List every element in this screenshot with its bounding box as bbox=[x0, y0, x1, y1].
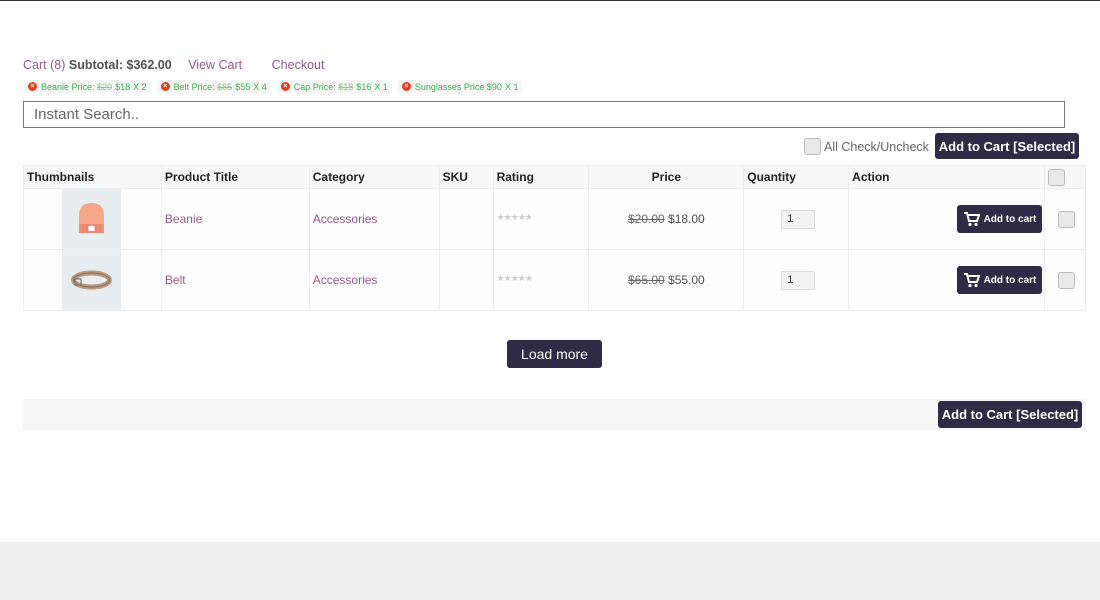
quantity-input[interactable] bbox=[781, 209, 816, 229]
subtotal-label: Subtotal: bbox=[68, 58, 124, 72]
bottom-action-bar bbox=[23, 399, 1086, 430]
add-selected-to-cart-button[interactable]: Add to Cart [Selected] bbox=[935, 133, 1079, 159]
top-border bbox=[0, 0, 1100, 1]
cart-item: × Cap Price: $18 $16 X 1 bbox=[276, 80, 392, 93]
cart-item-qty: X 1 bbox=[374, 81, 388, 92]
old-price: $20.00 bbox=[627, 212, 665, 226]
action-cell: Add to cart bbox=[848, 188, 1045, 250]
remove-icon[interactable]: × bbox=[160, 82, 170, 91]
remove-icon[interactable]: × bbox=[28, 82, 37, 91]
quantity-cell bbox=[743, 188, 850, 250]
header-thumbnails: Thumbnails bbox=[23, 165, 162, 189]
header-select bbox=[1043, 165, 1087, 189]
current-price: $18.00 bbox=[668, 212, 705, 226]
add-to-cart-button[interactable]: Add to cart bbox=[956, 266, 1042, 294]
header-sku: SKU bbox=[438, 165, 494, 189]
belt-thumbnail[interactable] bbox=[62, 250, 121, 310]
cart-item-old-price: $20 bbox=[97, 81, 113, 92]
remove-icon[interactable]: × bbox=[401, 82, 411, 91]
cart-count-link[interactable]: Cart (8) bbox=[23, 58, 65, 72]
header-rating: Rating bbox=[492, 165, 590, 189]
cart-item-qty: X 4 bbox=[253, 81, 267, 92]
cart-item-name: Belt Price: bbox=[173, 81, 215, 92]
header-action: Action bbox=[848, 165, 1045, 189]
cart-item-price: $18 bbox=[115, 81, 131, 92]
header-product-title[interactable]: Product Title bbox=[160, 165, 310, 189]
instant-search-input[interactable] bbox=[23, 101, 1065, 128]
header-price[interactable]: Price bbox=[588, 165, 745, 189]
check-all-checkbox[interactable] bbox=[804, 138, 821, 155]
remove-icon[interactable]: × bbox=[280, 82, 290, 91]
old-price: $65.00 bbox=[627, 273, 665, 287]
cart-item-qty: X 2 bbox=[133, 81, 147, 92]
rating-stars: ★★★★★ bbox=[496, 273, 533, 283]
cart-item-old-price: $18 bbox=[338, 81, 354, 92]
cart-item: × Beanie Price: $20 $18 X 2 bbox=[24, 80, 151, 93]
table-row: Beanie Accessories ★★★★★ $20.00 $18.00 A… bbox=[23, 188, 1087, 250]
header-quantity: Quantity bbox=[743, 165, 850, 189]
thumbnail-cell bbox=[23, 188, 162, 250]
beanie-image bbox=[79, 203, 104, 233]
cart-item-name: Beanie Price: bbox=[41, 81, 95, 92]
price-cell: $20.00 $18.00 bbox=[588, 188, 745, 250]
mini-cart-bar: Cart (8) Subtotal: $362.00 View Cart Che… bbox=[23, 58, 324, 72]
table-header-row: Thumbnails Product Title Category SKU Ra… bbox=[23, 165, 1087, 189]
select-cell bbox=[1043, 249, 1087, 311]
thumbnail-cell bbox=[23, 249, 162, 311]
rating-stars: ★★★★★ bbox=[496, 212, 533, 222]
cart-items-list: × Beanie Price: $20 $18 X 2 × Belt Price: … bbox=[24, 80, 523, 93]
cart-icon bbox=[963, 212, 980, 227]
view-cart-link[interactable]: View Cart bbox=[188, 58, 242, 72]
row-select-checkbox[interactable] bbox=[1057, 210, 1075, 228]
add-to-cart-label: Add to cart bbox=[983, 274, 1037, 286]
checkout-link[interactable]: Checkout bbox=[272, 58, 325, 72]
quantity-input[interactable] bbox=[781, 270, 816, 290]
add-to-cart-button[interactable]: Add to cart bbox=[956, 205, 1042, 233]
rating-cell: ★★★★★ bbox=[492, 188, 590, 250]
select-cell bbox=[1043, 188, 1087, 250]
select-all-checkbox[interactable] bbox=[1047, 168, 1065, 186]
rating-cell: ★★★★★ bbox=[492, 249, 590, 311]
quantity-cell bbox=[743, 249, 850, 311]
check-all-toggle[interactable]: All Check/Uncheck bbox=[804, 138, 929, 155]
category-link[interactable]: Accessories bbox=[313, 212, 378, 226]
cart-item-price: $55 bbox=[235, 81, 251, 92]
category-cell: Accessories bbox=[308, 249, 440, 311]
row-select-checkbox[interactable] bbox=[1057, 271, 1075, 289]
add-selected-to-cart-button-bottom[interactable]: Add to Cart [Selected] bbox=[938, 401, 1082, 428]
product-title-cell: Belt bbox=[160, 249, 310, 311]
cart-item: × Belt Price: $65 $55 X 4 bbox=[156, 80, 271, 93]
table-row: Belt Accessories ★★★★★ $65.00 $55.00 Add… bbox=[23, 249, 1087, 311]
cart-item-old-price: $65 bbox=[217, 81, 233, 92]
price-cell: $65.00 $55.00 bbox=[588, 249, 745, 311]
check-all-label: All Check/Uncheck bbox=[824, 139, 929, 154]
product-title-cell: Beanie bbox=[160, 188, 310, 250]
belt-image bbox=[71, 270, 112, 290]
sku-cell bbox=[438, 188, 494, 250]
cart-item-price: $16 bbox=[356, 81, 372, 92]
cart-icon bbox=[963, 273, 980, 288]
cart-item: × Sunglasses Price $90 X 1 bbox=[397, 80, 523, 93]
cart-item-name: Cap Price: bbox=[293, 81, 336, 92]
product-title-link[interactable]: Beanie bbox=[165, 212, 202, 226]
category-link[interactable]: Accessories bbox=[313, 273, 378, 287]
current-price: $55.00 bbox=[668, 273, 705, 287]
page-footer bbox=[0, 542, 1100, 600]
load-more-button[interactable]: Load more bbox=[507, 340, 602, 368]
cart-item-price: $90 bbox=[486, 81, 502, 92]
products-table: Thumbnails Product Title Category SKU Ra… bbox=[23, 165, 1087, 311]
cart-item-qty: X 1 bbox=[504, 81, 519, 92]
sku-cell bbox=[438, 249, 494, 311]
subtotal-value: $362.00 bbox=[126, 58, 172, 72]
header-category: Category bbox=[308, 165, 440, 189]
category-cell: Accessories bbox=[308, 188, 440, 250]
cart-item-name: Sunglasses Price bbox=[414, 81, 485, 92]
action-cell: Add to cart bbox=[848, 249, 1045, 311]
product-title-link[interactable]: Belt bbox=[165, 273, 186, 287]
add-to-cart-label: Add to cart bbox=[983, 213, 1037, 225]
beanie-thumbnail[interactable] bbox=[62, 189, 121, 249]
